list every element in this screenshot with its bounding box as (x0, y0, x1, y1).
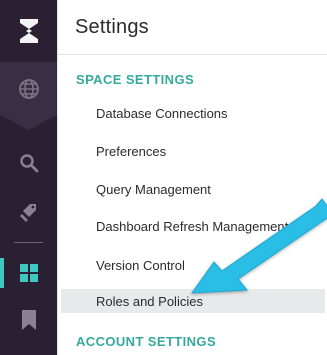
tag-button[interactable] (0, 192, 57, 232)
settings-panel: Settings SPACE SETTINGS Database Connect… (57, 0, 327, 355)
nav-rail (0, 0, 57, 355)
page-title: Settings (75, 16, 149, 38)
dashboard-button[interactable] (0, 253, 57, 293)
dashboard-icon (19, 264, 38, 282)
menu-item-query-management[interactable]: Query Management (61, 177, 325, 201)
rail-divider (14, 242, 43, 243)
menu-item-dashboard-refresh-management[interactable]: Dashboard Refresh Management (61, 214, 325, 238)
logo-icon (19, 19, 38, 43)
section-heading-account-settings: ACCOUNT SETTINGS (76, 334, 217, 349)
globe-button[interactable] (0, 62, 57, 130)
section-heading-space-settings: SPACE SETTINGS (76, 72, 195, 87)
menu-item-preferences[interactable]: Preferences (61, 139, 325, 163)
bookmark-button[interactable] (0, 300, 57, 340)
bookmark-icon (21, 310, 36, 330)
menu-item-version-control[interactable]: Version Control (61, 253, 325, 277)
title-divider (58, 54, 327, 55)
search-button[interactable] (0, 143, 57, 183)
menu-item-roles-and-policies[interactable]: Roles and Policies (61, 289, 325, 313)
globe-icon (18, 79, 39, 99)
tag-icon (19, 204, 36, 222)
menu-item-database-connections[interactable]: Database Connections (61, 101, 325, 125)
logo[interactable] (0, 0, 57, 62)
search-icon (19, 154, 38, 173)
